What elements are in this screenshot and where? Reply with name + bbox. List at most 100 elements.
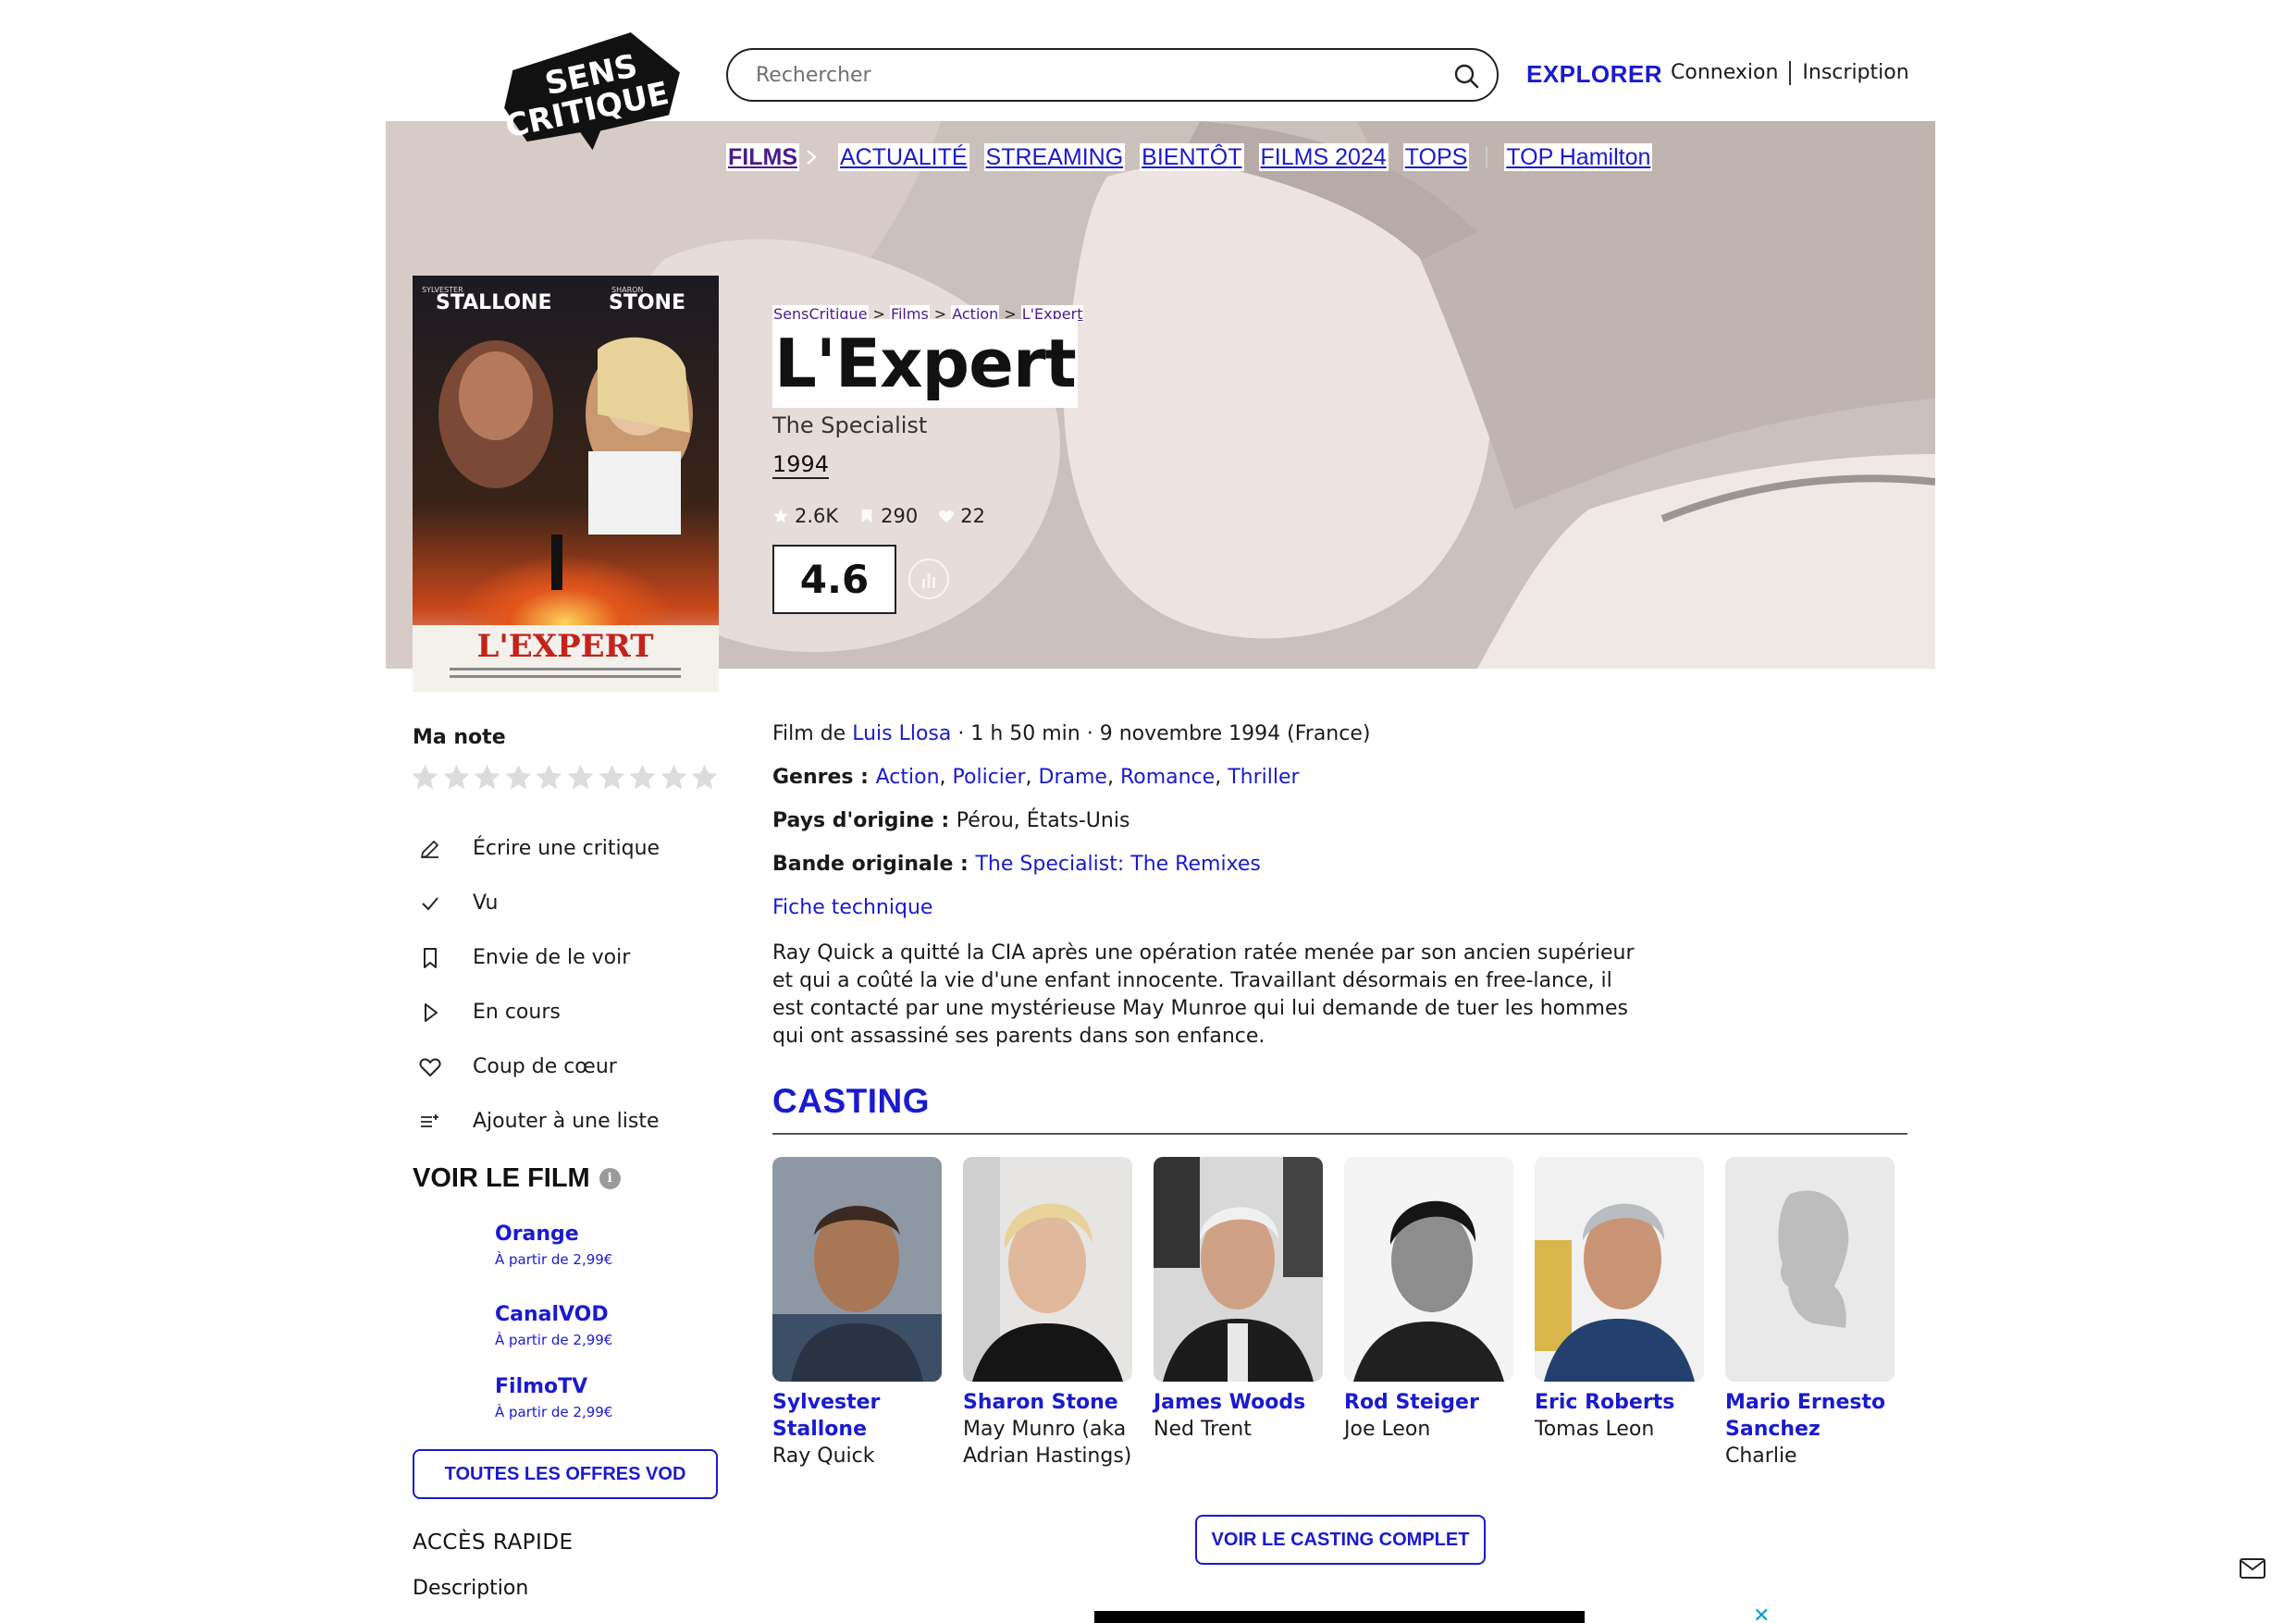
movie-poster[interactable]: SYLVESTER STALLONE SHARON STONE L'EXPERT [413,276,719,692]
cast-card[interactable]: Mario Ernesto Sanchez Charlie [1725,1157,1901,1469]
nav-films[interactable]: FILMS [726,143,799,171]
vod-offer[interactable]: FilmoTV À partir de 2,99€ [495,1375,612,1420]
cast-name[interactable]: Sylvester Stallone [772,1389,948,1443]
list-add-icon [421,1113,438,1127]
cast-card[interactable]: James Woods Ned Trent [1154,1157,1329,1443]
cast-card[interactable]: Sharon Stone May Munro (aka Adrian Hasti… [963,1157,1139,1469]
movie-title: L'Expert [772,319,1078,408]
casting-divider [772,1133,1907,1135]
ad-banner[interactable] [1094,1611,1585,1623]
auth-divider [1789,61,1792,85]
senscritique-logo[interactable]: SENS CRITIQUE [496,28,690,153]
soundtrack-link[interactable]: The Specialist: The Remixes [975,853,1260,876]
search-icon[interactable] [1452,62,1480,90]
cast-card[interactable]: Sylvester Stallone Ray Quick [772,1157,948,1469]
cast-photo[interactable] [1725,1157,1895,1382]
nav-top-hamilton[interactable]: TOP Hamilton [1504,143,1653,171]
vod-offer[interactable]: CanalVOD À partir de 2,99€ [495,1303,612,1348]
tech-sheet-link[interactable]: Fiche technique [772,896,932,919]
nav-films-2024[interactable]: FILMS 2024 [1258,143,1389,171]
in-progress-action[interactable]: En cours [418,985,660,1039]
heart-icon [419,1058,441,1076]
nav-tops[interactable]: TOPS [1402,143,1470,171]
rating-distribution-button[interactable] [908,559,949,599]
rating-star-icon[interactable] [473,763,501,792]
chevron-right-icon [807,150,817,165]
mail-icon[interactable] [2239,1557,2266,1580]
cast-photo[interactable] [963,1157,1132,1382]
genre-link[interactable]: Drame [1039,766,1107,789]
cast-name[interactable]: Rod Steiger [1344,1389,1520,1416]
quick-access-heading: ACCÈS RAPIDE [413,1531,574,1555]
cast-name[interactable]: Eric Roberts [1535,1389,1710,1416]
rating-star-icon[interactable] [690,763,719,792]
write-review-action[interactable]: Écrire une critique [418,821,660,876]
action-label: Envie de le voir [473,946,631,969]
placeholder-avatar-icon [1725,1157,1895,1382]
vod-offer-name[interactable]: CanalVOD [495,1303,612,1326]
cast-name[interactable]: James Woods [1154,1389,1329,1416]
wishlist-action[interactable]: Envie de le voir [418,930,660,985]
rating-star-icon[interactable] [598,763,626,792]
add-to-list-action[interactable]: Ajouter à une liste [418,1094,660,1149]
quick-access-description-link[interactable]: Description [413,1577,528,1600]
cast-card[interactable]: Eric Roberts Tomas Leon [1535,1157,1710,1443]
login-link[interactable]: Connexion [1671,61,1778,84]
rating-star-icon[interactable] [566,763,595,792]
cast-photo[interactable] [1344,1157,1513,1382]
genre-link[interactable]: Thriller [1228,766,1299,789]
nav-bientot[interactable]: BIENTÔT [1140,143,1244,171]
cast-photo[interactable] [1154,1157,1323,1382]
rating-star-icon[interactable] [535,763,563,792]
vod-offer[interactable]: Orange À partir de 2,99€ [495,1223,612,1268]
cast-name[interactable]: Sharon Stone [963,1389,1139,1416]
action-label: Vu [473,891,499,915]
film-meta-line: Film de Luis Llosa · 1 h 50 min · 9 nove… [772,722,1370,745]
heart-icon [939,510,955,523]
favorites-count-value: 22 [960,505,985,527]
nav-streaming[interactable]: STREAMING [983,143,1126,171]
genres-label: Genres : [772,766,876,789]
search-bar[interactable] [726,48,1499,102]
vod-offer-name[interactable]: FilmoTV [495,1375,612,1398]
my-rating-stars [411,763,722,792]
full-casting-button[interactable]: VOIR LE CASTING COMPLET [1195,1515,1486,1565]
genre-link[interactable]: Policier [953,766,1026,789]
seen-action[interactable]: Vu [418,876,660,930]
rating-star-icon[interactable] [660,763,688,792]
cast-photo[interactable] [1535,1157,1704,1382]
action-label: Ajouter à une liste [473,1110,660,1133]
cast-photo[interactable] [772,1157,942,1382]
rating-star-icon[interactable] [628,763,657,792]
signup-link[interactable]: Inscription [1802,61,1908,84]
vod-offer-price: À partir de 2,99€ [495,1404,613,1420]
soundtrack-line: Bande originale : The Specialist: The Re… [772,853,1261,876]
genre-link[interactable]: Romance [1120,766,1215,789]
country-value: Pérou, États-Unis [956,809,1130,832]
explorer-link[interactable]: EXPLORER [1526,60,1662,89]
watch-film-heading: VOIR LE FILM i [413,1163,621,1194]
cast-card[interactable]: Rod Steiger Joe Leon [1344,1157,1520,1443]
country-label: Pays d'origine : [772,809,957,832]
favorites-count: 22 [938,505,985,527]
rating-star-icon[interactable] [411,763,439,792]
cast-name[interactable]: Mario Ernesto Sanchez [1725,1389,1901,1443]
cast-role: May Munro (aka Adrian Hastings) [963,1418,1132,1468]
favorite-action[interactable]: Coup de cœur [418,1039,660,1094]
genre-link[interactable]: Action [876,766,940,789]
casting-heading: CASTING [772,1082,930,1120]
ad-close-icon[interactable]: ✕ [1753,1606,1770,1623]
my-rating-label: Ma note [413,726,506,749]
bar-chart-icon [922,573,935,588]
rating-star-icon[interactable] [504,763,533,792]
rating-star-icon[interactable] [442,763,471,792]
star-icon [773,509,788,523]
info-icon[interactable]: i [599,1168,621,1189]
director-link[interactable]: Luis Llosa [852,722,951,745]
release-year[interactable]: 1994 [772,451,830,479]
all-vod-offers-button[interactable]: TOUTES LES OFFRES VOD [413,1449,718,1499]
vod-offer-name[interactable]: Orange [495,1223,612,1246]
search-input[interactable] [756,59,1403,91]
action-label: En cours [473,1001,561,1024]
nav-actualite[interactable]: ACTUALITÉ [838,143,969,171]
